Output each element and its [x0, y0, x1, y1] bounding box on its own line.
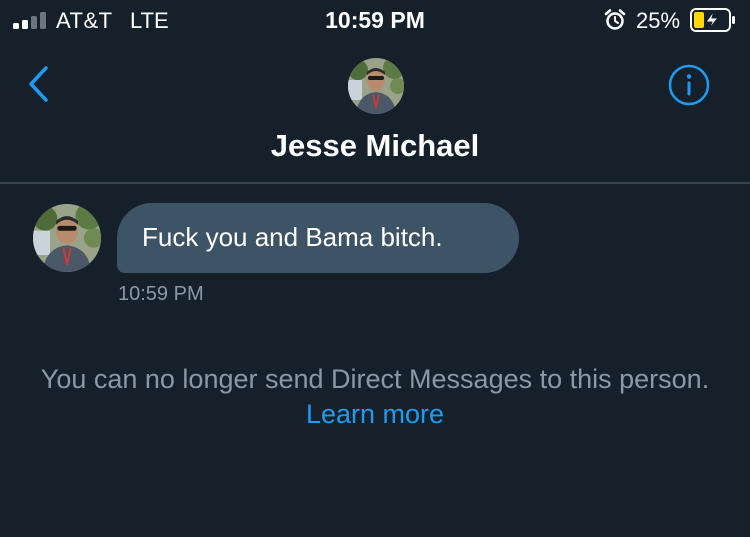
message-bubble[interactable]: Fuck you and Bama bitch. [117, 203, 519, 273]
avatar-photo [348, 58, 404, 114]
status-bar: AT&T LTE 10:59 PM 25% [0, 0, 750, 44]
learn-more-link[interactable]: Learn more [306, 399, 444, 429]
notice-text: You can no longer send Direct Messages t… [40, 364, 710, 394]
message-timestamp: 10:59 PM [118, 283, 204, 305]
dm-restriction-notice: You can no longer send Direct Messages t… [30, 362, 720, 432]
back-button[interactable] [22, 62, 62, 106]
info-button[interactable] [667, 63, 711, 107]
battery-percentage: 25% [636, 8, 681, 33]
sender-avatar[interactable] [33, 204, 101, 272]
battery-charging-icon [690, 8, 735, 32]
contact-avatar[interactable] [348, 58, 404, 114]
header-divider [0, 182, 750, 184]
avatar-photo [33, 204, 101, 272]
alarm-clock-icon [604, 9, 626, 30]
contact-name[interactable]: Jesse Michael [0, 128, 750, 164]
